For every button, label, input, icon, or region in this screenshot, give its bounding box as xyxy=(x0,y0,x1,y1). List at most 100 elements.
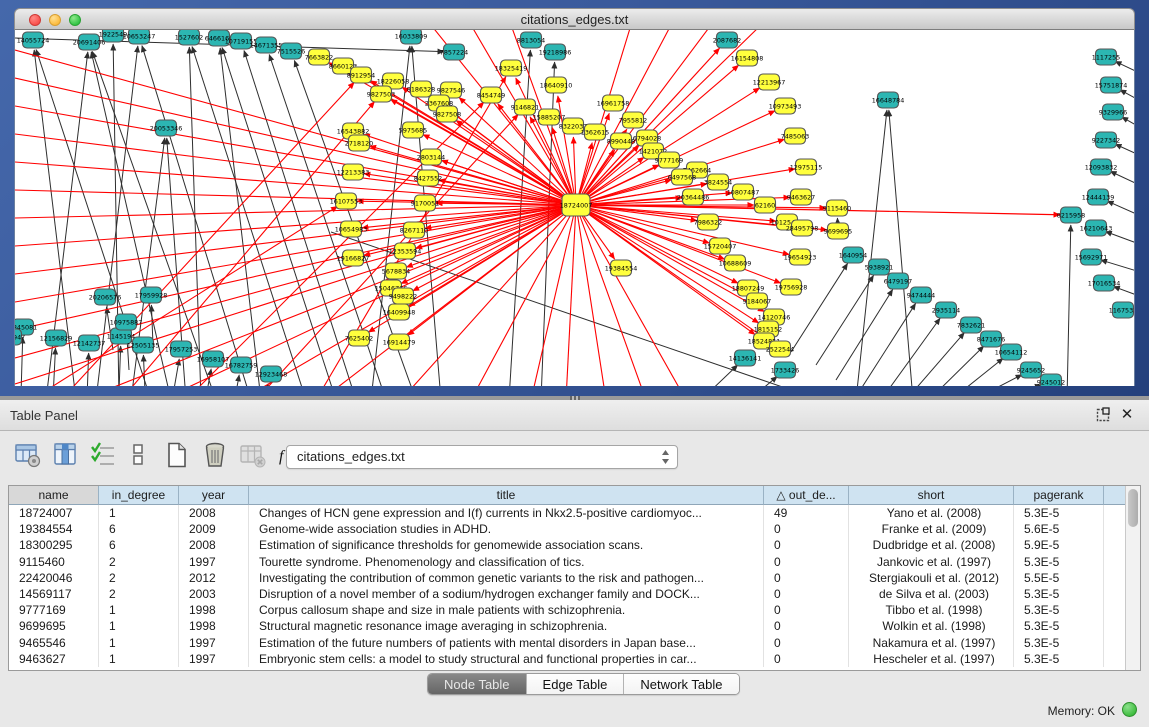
tab-node-table[interactable]: Node Table xyxy=(428,674,527,695)
table-row[interactable]: 911546021997Tourette syndrome. Phenomeno… xyxy=(9,554,1125,570)
network-graph[interactable]: 8660123891295418226058982750381863289827… xyxy=(15,30,1134,386)
cell-title: Investigating the contribution of common… xyxy=(249,570,764,586)
graph-node-label: 12444139 xyxy=(1082,193,1115,201)
table-row[interactable]: 1456911722003Disruption of a novel membe… xyxy=(9,586,1125,602)
float-panel-icon[interactable] xyxy=(1095,407,1111,423)
cell-name: 18724007 xyxy=(9,505,99,521)
graph-node-label: 8215958 xyxy=(1057,211,1085,219)
cell-year: 2012 xyxy=(179,570,249,586)
column-header-year[interactable]: year xyxy=(179,486,249,505)
network-canvas[interactable]: 8660123891295418226058982750381863289827… xyxy=(14,30,1135,386)
cell-title: Disruption of a novel member of a sodium… xyxy=(249,586,764,602)
cell-year: 2003 xyxy=(179,586,249,602)
cell-pagerank: 5.3E-5 xyxy=(1014,505,1104,521)
cell-year: 1997 xyxy=(179,554,249,570)
graph-node-label: 9115460 xyxy=(823,204,851,212)
column-header-title[interactable]: title xyxy=(249,486,764,505)
graph-node-label: 2087682 xyxy=(713,36,741,44)
column-settings-icon[interactable] xyxy=(52,441,82,473)
graph-node-label: 1167533 xyxy=(1109,306,1134,314)
graph-node-label: 12505135 xyxy=(127,341,160,349)
cell-out_degree: 0 xyxy=(764,651,849,667)
table-tabs: Node TableEdge TableNetwork Table xyxy=(427,673,740,695)
cell-title: Estimation of the future numbers of pati… xyxy=(249,635,764,651)
graph-node-label: 1362615 xyxy=(581,128,609,136)
graph-node-label: 10688609 xyxy=(719,259,752,267)
network-select[interactable]: citations_edges.txt xyxy=(286,445,678,469)
graph-node-label: 9146821 xyxy=(511,103,539,111)
graph-node-label: 3824554 xyxy=(704,178,732,186)
cell-name: 22420046 xyxy=(9,570,99,586)
graph-node-label: 5938921 xyxy=(865,263,893,271)
new-file-icon[interactable] xyxy=(163,441,193,473)
graph-node-label: 9699695 xyxy=(824,227,852,235)
graph-node-label: 16033809 xyxy=(395,32,428,40)
graph-node-label: 5678834 xyxy=(382,267,410,275)
graph-node-label: 7857224 xyxy=(440,48,468,56)
graph-node-label: 19756928 xyxy=(775,283,808,291)
graph-node-label: 10975887 xyxy=(110,318,143,326)
tab-network-table[interactable]: Network Table xyxy=(624,674,738,695)
network-window: citations_edges.txt 86601238912954182260… xyxy=(0,0,1149,396)
table-row[interactable]: 946362711997Embryonic stem cells: a mode… xyxy=(9,651,1125,667)
table-toolbar: f(x) citations_edges.txt xyxy=(0,431,1149,483)
graph-node-label: 9463627 xyxy=(787,193,815,201)
graph-node-label: 16154808 xyxy=(731,54,764,62)
memory-status-icon xyxy=(1122,702,1137,717)
column-header-pagerank[interactable]: pagerank xyxy=(1014,486,1104,505)
graph-node-label: 8912954 xyxy=(347,71,375,79)
graph-node-label: 9245652 xyxy=(1017,366,1045,374)
table-row[interactable]: 1830029562008Estimation of significance … xyxy=(9,537,1125,553)
cell-title: Embryonic stem cells: a model to study s… xyxy=(249,651,764,667)
graph-node-label: 17016534 xyxy=(1088,279,1121,287)
table-tabs-row: Node TableEdge TableNetwork Table xyxy=(0,672,1149,697)
clear-selection-icon[interactable] xyxy=(125,441,155,473)
window-titlebar[interactable]: citations_edges.txt xyxy=(14,8,1135,30)
graph-node-label: 20691406 xyxy=(73,38,106,46)
cell-short: de Silva et al. (2003) xyxy=(849,586,1014,602)
graph-node-label: 6794028 xyxy=(633,134,661,142)
cell-in_degree: 1 xyxy=(99,651,179,667)
memory-status-label: Memory: OK xyxy=(1048,704,1115,718)
table-row[interactable]: 946554611997Estimation of the future num… xyxy=(9,635,1125,651)
table-row[interactable]: 2242004622012Investigating the contribut… xyxy=(9,570,1125,586)
graph-node-label: 16961758 xyxy=(597,99,630,107)
graph-node-label: 2935114 xyxy=(932,306,960,314)
cell-year: 1997 xyxy=(179,635,249,651)
graph-node-label: 18807249 xyxy=(732,284,765,292)
column-header-name[interactable]: name xyxy=(9,486,99,505)
table-row[interactable]: 977716911998Corpus callosum shape and si… xyxy=(9,602,1125,618)
select-all-icon[interactable] xyxy=(90,441,120,473)
graph-node-label: 12975115 xyxy=(790,163,823,171)
graph-node-label: 12156829 xyxy=(40,334,73,342)
status-bar: Memory: OK xyxy=(0,697,1149,727)
table-row[interactable]: 1938455462009Genome-wide association stu… xyxy=(9,521,1125,537)
cell-name: 9463627 xyxy=(9,651,99,667)
table-vertical-scrollbar[interactable] xyxy=(1125,486,1140,670)
graph-node-label: 15885207 xyxy=(533,113,566,121)
cell-pagerank: 5.3E-5 xyxy=(1014,651,1104,667)
svg-text:f: f xyxy=(279,448,286,465)
table-row[interactable]: 1872400712008Changes of HCN gene express… xyxy=(9,505,1125,521)
cell-title: Structural magnetic resonance image aver… xyxy=(249,618,764,634)
column-header-in_degree[interactable]: in_degree xyxy=(99,486,179,505)
table-row[interactable]: 969969511998Structural magnetic resonanc… xyxy=(9,618,1125,634)
column-header-short[interactable]: short xyxy=(849,486,1014,505)
graph-node-label: 8267110 xyxy=(400,226,428,234)
table-settings-icon[interactable] xyxy=(14,441,44,473)
column-header-out_degree[interactable]: △ out_de... xyxy=(764,486,849,505)
graph-node-label: 12093832 xyxy=(1085,163,1118,171)
cell-pagerank: 5.3E-5 xyxy=(1014,635,1104,651)
cell-pagerank: 5.3E-5 xyxy=(1014,586,1104,602)
graph-node-label: 9827508 xyxy=(433,110,461,118)
graph-node-label: 16648784 xyxy=(872,96,905,104)
cell-out_degree: 0 xyxy=(764,618,849,634)
scrollbar-thumb[interactable] xyxy=(1128,489,1138,527)
cell-name: 9777169 xyxy=(9,602,99,618)
graph-node-label: 17957253 xyxy=(165,345,198,353)
tab-edge-table[interactable]: Edge Table xyxy=(527,674,625,695)
delete-icon[interactable] xyxy=(201,441,231,473)
graph-node-label: 9474444 xyxy=(907,291,935,299)
delete-table-icon[interactable] xyxy=(239,441,269,473)
close-panel-icon[interactable]: ✕ xyxy=(1119,407,1135,423)
